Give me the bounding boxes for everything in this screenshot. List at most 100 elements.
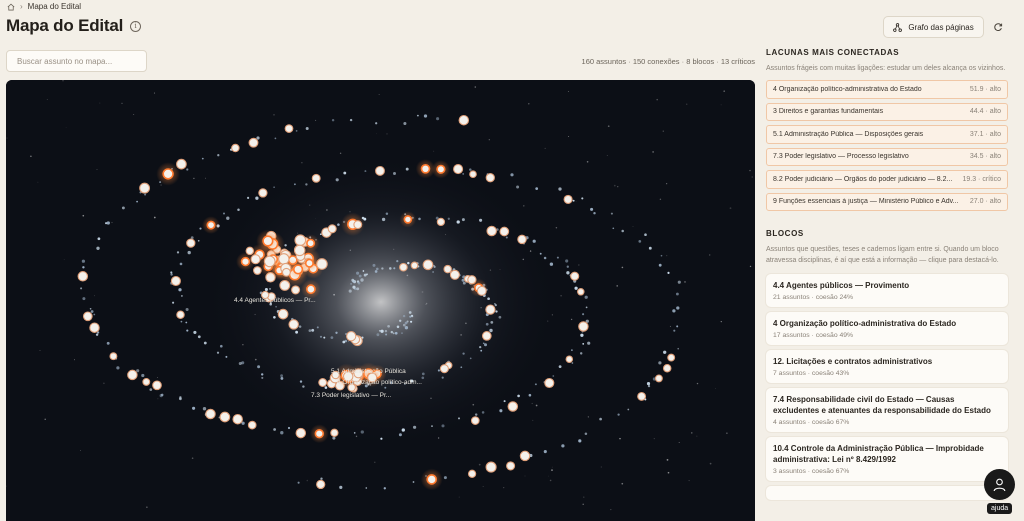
- topic-node[interactable]: [262, 235, 274, 247]
- lacuna-item[interactable]: 4 Organização político-administrativa do…: [766, 80, 1008, 99]
- topic-node[interactable]: [278, 253, 290, 265]
- topic-node[interactable]: [77, 271, 89, 282]
- topic-node[interactable]: [486, 225, 497, 237]
- topic-node[interactable]: [353, 220, 363, 230]
- topic-node[interactable]: [485, 173, 495, 183]
- lacuna-item[interactable]: 7.3 Poder legislativo — Processo legisla…: [766, 147, 1008, 166]
- topic-node[interactable]: [458, 114, 470, 126]
- topic-node[interactable]: [476, 285, 487, 296]
- help-button[interactable]: [984, 469, 1015, 500]
- topic-node[interactable]: [443, 264, 452, 274]
- topic-node[interactable]: [481, 331, 492, 341]
- topic-node[interactable]: [288, 319, 299, 330]
- topic-node[interactable]: [82, 311, 93, 322]
- topic-node[interactable]: [453, 164, 464, 175]
- topic-node[interactable]: [219, 411, 231, 423]
- topic-node[interactable]: [410, 261, 419, 270]
- bloco-card[interactable]: [766, 486, 1008, 500]
- topic-node[interactable]: [231, 143, 240, 153]
- topic-node[interactable]: [470, 416, 480, 425]
- topic-node[interactable]: [577, 288, 585, 296]
- topic-map-canvas[interactable]: 4.4 Agentes públicos — Pr... 5.1 Adminis…: [6, 80, 755, 521]
- topic-node[interactable]: [330, 428, 339, 437]
- topic-node[interactable]: [139, 182, 151, 194]
- topic-map-svg[interactable]: 4.4 Agentes públicos — Pr... 5.1 Adminis…: [6, 80, 755, 521]
- topic-node[interactable]: [311, 173, 321, 183]
- refresh-button[interactable]: [989, 17, 1007, 37]
- topic-node[interactable]: [316, 479, 326, 490]
- topic-node[interactable]: [245, 246, 255, 256]
- home-icon[interactable]: [7, 3, 15, 11]
- topic-node[interactable]: [293, 244, 306, 257]
- lacuna-item[interactable]: 8.2 Poder judiciário — Órgãos do poder j…: [766, 170, 1008, 189]
- topic-node[interactable]: [305, 284, 316, 295]
- topic-node[interactable]: [467, 469, 477, 478]
- topic-node[interactable]: [263, 255, 276, 268]
- topic-node[interactable]: [420, 164, 431, 174]
- topic-node[interactable]: [306, 238, 316, 248]
- topic-node[interactable]: [277, 308, 289, 320]
- topic-node[interactable]: [544, 377, 555, 389]
- bloco-card[interactable]: 4 Organização político-administrativa do…: [766, 312, 1008, 345]
- topic-node[interactable]: [346, 331, 357, 342]
- topic-node[interactable]: [89, 322, 100, 333]
- topic-node[interactable]: [240, 256, 251, 267]
- topic-node[interactable]: [436, 217, 446, 227]
- topic-node[interactable]: [294, 234, 307, 247]
- topic-node[interactable]: [250, 254, 261, 265]
- topic-node[interactable]: [422, 259, 434, 271]
- topic-node[interactable]: [449, 269, 460, 280]
- graph-pages-button[interactable]: Grafo das páginas: [883, 16, 984, 38]
- topic-node[interactable]: [109, 352, 118, 361]
- topic-node[interactable]: [248, 137, 259, 148]
- topic-node[interactable]: [403, 215, 413, 224]
- topic-node[interactable]: [519, 450, 531, 462]
- topic-node[interactable]: [565, 355, 574, 363]
- topic-node[interactable]: [253, 266, 262, 275]
- topic-node[interactable]: [563, 194, 573, 204]
- topic-node[interactable]: [654, 374, 663, 383]
- topic-node[interactable]: [284, 124, 294, 133]
- topic-node[interactable]: [293, 264, 304, 275]
- topic-node[interactable]: [667, 353, 676, 362]
- topic-node[interactable]: [247, 420, 257, 430]
- topic-node[interactable]: [152, 380, 162, 391]
- topic-node[interactable]: [506, 461, 516, 471]
- topic-node[interactable]: [142, 377, 151, 386]
- topic-node[interactable]: [570, 271, 580, 281]
- topic-node[interactable]: [258, 188, 268, 198]
- lacuna-item[interactable]: 9 Funções essenciais à justiça — Ministé…: [766, 192, 1008, 211]
- topic-node[interactable]: [205, 408, 216, 420]
- topic-node[interactable]: [469, 170, 477, 179]
- topic-node[interactable]: [375, 165, 385, 176]
- bloco-card[interactable]: 4.4 Agentes públicos — Provimento 21 assu…: [766, 274, 1008, 307]
- topic-node[interactable]: [517, 234, 527, 245]
- topic-node[interactable]: [318, 378, 328, 387]
- info-icon[interactable]: i: [130, 20, 142, 32]
- topic-node[interactable]: [186, 238, 196, 248]
- topic-node[interactable]: [485, 304, 496, 315]
- topic-node[interactable]: [578, 321, 589, 332]
- topic-node[interactable]: [170, 275, 181, 287]
- topic-node[interactable]: [281, 267, 291, 277]
- bloco-card[interactable]: 10.4 Controle da Administração Pública —…: [766, 437, 1008, 481]
- topic-node[interactable]: [162, 168, 174, 180]
- lacuna-item[interactable]: 5.1 Administração Pública — Disposições …: [766, 125, 1008, 144]
- bloco-card[interactable]: 7.4 Responsabilidade civil do Estado — C…: [766, 388, 1008, 432]
- topic-node[interactable]: [485, 461, 497, 473]
- topic-node[interactable]: [439, 364, 449, 374]
- topic-node[interactable]: [232, 413, 243, 425]
- topic-node[interactable]: [176, 310, 185, 319]
- topic-node[interactable]: [399, 262, 408, 272]
- search-input[interactable]: [6, 50, 147, 72]
- topic-node[interactable]: [206, 220, 216, 230]
- topic-node[interactable]: [436, 164, 446, 174]
- topic-node[interactable]: [176, 158, 187, 170]
- topic-node[interactable]: [327, 224, 337, 234]
- topic-node[interactable]: [314, 429, 324, 439]
- bloco-card[interactable]: 12. Licitações e contratos administrativ…: [766, 350, 1008, 383]
- topic-node[interactable]: [662, 363, 672, 373]
- lacuna-item[interactable]: 3 Direitos e garantias fundamentais 44.4 …: [766, 102, 1008, 121]
- topic-node[interactable]: [637, 391, 647, 401]
- topic-node[interactable]: [507, 401, 519, 412]
